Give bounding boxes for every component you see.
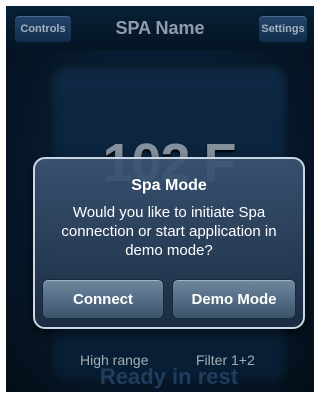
- spa-mode-dialog: Spa Mode Would you like to initiate Spa …: [33, 157, 305, 329]
- phone-frame: Controls SPA Name Settings 102 F Ready i…: [0, 0, 320, 403]
- connect-button[interactable]: Connect: [42, 279, 164, 319]
- dialog-message: Would you like to initiate Spa connectio…: [61, 204, 277, 259]
- dialog-title: Spa Mode: [131, 177, 207, 194]
- demo-mode-button[interactable]: Demo Mode: [172, 279, 296, 319]
- app-screen: Controls SPA Name Settings 102 F Ready i…: [6, 6, 314, 392]
